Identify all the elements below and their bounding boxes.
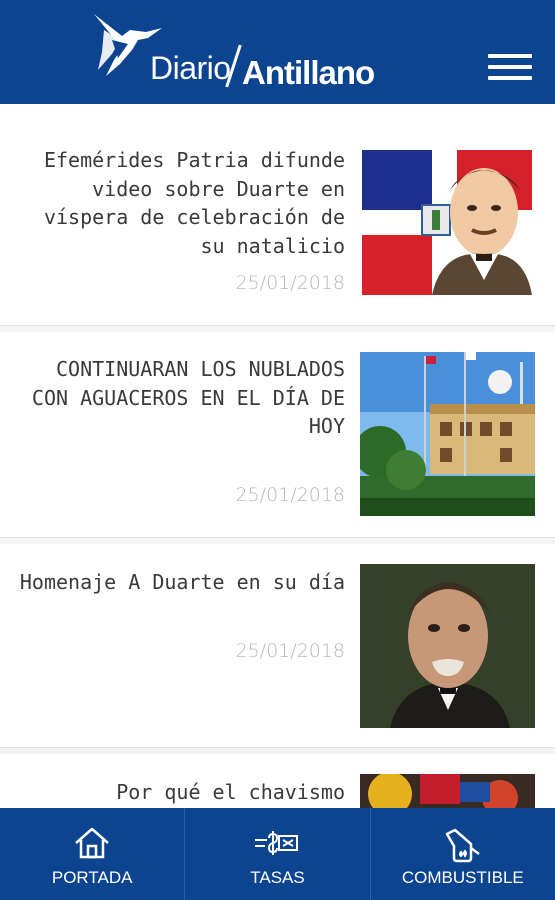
- article-title[interactable]: Homenaje A Duarte en su día: [15, 568, 345, 597]
- hamburger-menu-icon[interactable]: [488, 54, 532, 88]
- article-title[interactable]: Efemérides Patria difunde video sobre Du…: [15, 146, 345, 260]
- article-title[interactable]: CONTINUARAN LOS NUBLADOS CON AGUACEROS E…: [15, 355, 345, 441]
- article-card[interactable]: Efemérides Patria difunde video sobre Du…: [0, 104, 555, 326]
- duarte-flag-portrait-image: [362, 150, 532, 295]
- article-thumbnail[interactable]: [360, 564, 535, 728]
- weather-station-image: [360, 352, 535, 516]
- article-date: 25/01/2018: [235, 272, 345, 294]
- news-feed[interactable]: Efemérides Patria difunde video sobre Du…: [0, 104, 555, 880]
- tab-portada[interactable]: PORTADA: [0, 808, 184, 900]
- tab-combustible-label: COMBUSTIBLE: [401, 868, 524, 887]
- article-date: 25/01/2018: [235, 484, 345, 506]
- tab-tasas-label: TASAS: [250, 868, 305, 887]
- duarte-portrait-image: [360, 564, 535, 728]
- article-title[interactable]: Por qué el chavismo: [15, 778, 345, 807]
- article-card[interactable]: CONTINUARAN LOS NUBLADOS CON AGUACEROS E…: [0, 332, 555, 538]
- fuel-nozzle-icon: [445, 828, 480, 863]
- diario-antillano-logo[interactable]: Diario Antillano: [92, 10, 402, 94]
- article-thumbnail[interactable]: [360, 352, 535, 516]
- tab-portada-label: PORTADA: [51, 868, 133, 887]
- tab-tasas[interactable]: TASAS: [184, 808, 369, 900]
- article-thumbnail[interactable]: [362, 150, 532, 295]
- app-header: Diario Antillano: [0, 0, 555, 104]
- home-icon: [75, 827, 109, 859]
- logo-text-antillano: Antillano: [242, 54, 375, 91]
- money-exchange-icon: [255, 831, 299, 855]
- article-card[interactable]: Homenaje A Duarte en su día 25/01/2018: [0, 544, 555, 748]
- article-date: 25/01/2018: [235, 640, 345, 662]
- logo-text-diario: Diario: [150, 50, 231, 86]
- tab-combustible[interactable]: COMBUSTIBLE: [369, 808, 555, 900]
- bottom-navigation: PORTADA TASAS COMBUSTIBLE: [0, 808, 555, 900]
